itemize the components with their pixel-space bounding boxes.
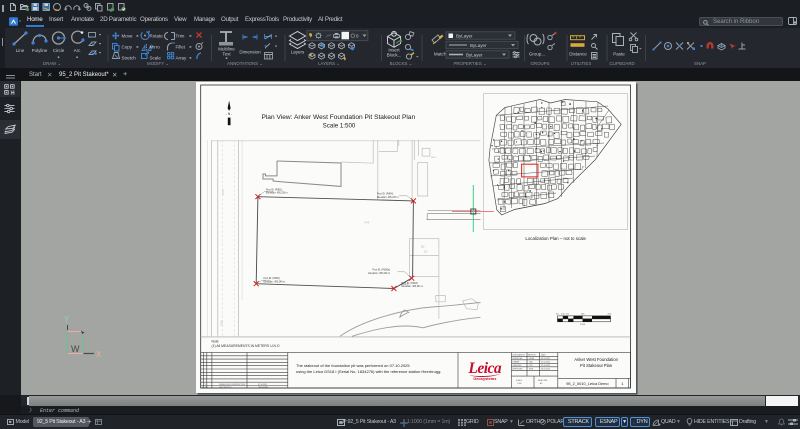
svg-text:Localization Plan – not to sca: Localization Plan – not to scale (525, 236, 586, 241)
svg-text:SNAP: SNAP (694, 61, 706, 66)
svg-text:ISSUED FOR CONSTRUCTION: ISSUED FOR CONSTRUCTION (219, 384, 246, 386)
svg-text:Punt ID: (PtID5a): Punt ID: (PtID5a) (373, 269, 391, 272)
svg-text:1051: 1051 (431, 157, 437, 159)
svg-text:Dimension: Dimension (239, 50, 261, 55)
svg-text:ByLayer: ByLayer (470, 43, 487, 48)
svg-text:Anker West Foundation: Anker West Foundation (574, 357, 618, 362)
svg-text:Y: Y (64, 315, 70, 324)
svg-text:APPROVED: APPROVED (513, 368, 524, 371)
svg-text:Group...: Group... (529, 52, 545, 57)
svg-text:DRAWN: DRAWN (513, 361, 520, 364)
svg-text:Elevation: 405,241 m: Elevation: 405,241 m (402, 285, 424, 288)
svg-text:Plan View: Anker West Foundati: Plan View: Anker West Foundation Pit Sta… (261, 114, 415, 121)
svg-text:Punt ID: (PtID1): Punt ID: (PtID1) (266, 188, 282, 191)
svg-text:Line: Line (16, 48, 25, 53)
svg-text:25m: 25m (608, 314, 612, 316)
svg-text:ByLayer: ByLayer (456, 34, 473, 39)
svg-text:1074: 1074 (221, 189, 225, 195)
svg-text:Geosystems: Geosystems (473, 376, 496, 381)
svg-text:BLOCKS ⌄: BLOCKS ⌄ (390, 61, 413, 66)
svg-text:METHOD: METHOD (528, 355, 536, 357)
svg-text:SCALE: SCALE (516, 379, 523, 382)
svg-text:CLIPBOARD: CLIPBOARD (609, 61, 634, 66)
svg-text:1: 1 (621, 381, 623, 386)
svg-text:Text: Text (222, 52, 231, 57)
svg-text:06.10.2025: 06.10.2025 (541, 358, 550, 360)
svg-text:DATE/NAME: DATE/NAME (258, 386, 269, 389)
svg-text:Match: Match (434, 52, 447, 57)
svg-text:744: 744 (364, 221, 369, 225)
svg-text:DESCRIPTION: DESCRIPTION (219, 387, 232, 389)
svg-text:1:500: 1:500 (517, 383, 522, 385)
svg-text:Mirro: Mirro (150, 45, 161, 50)
svg-text:Move: Move (122, 34, 134, 39)
svg-text:2140: 2140 (220, 320, 224, 326)
svg-text:Circle: Circle (53, 48, 65, 53)
svg-text:Pit Stakeout Plan: Pit Stakeout Plan (580, 363, 613, 368)
svg-text:07.10.2025: 07.10.2025 (258, 384, 267, 386)
svg-text:Paste: Paste (613, 52, 625, 57)
svg-text:Array: Array (176, 56, 188, 61)
svg-text:1:500: 1:500 (580, 324, 586, 326)
svg-text:(1) All MEASUREMENTS IN METERS: (1) All MEASUREMENTS IN METERS U.N.O (212, 344, 280, 348)
svg-text:Elevation: 405,246 m: Elevation: 405,246 m (264, 281, 286, 284)
svg-text:2.5m: 2.5m (561, 314, 566, 316)
svg-text:- N -: - N - (226, 112, 232, 116)
svg-text:Polyline: Polyline (32, 48, 48, 53)
svg-text:PROPERTIES ⌄: PROPERTIES ⌄ (453, 61, 486, 66)
svg-text:Note: Note (212, 339, 219, 343)
svg-text:GNSS: GNSS (529, 358, 535, 360)
svg-text:Stretch: Stretch (122, 56, 137, 61)
svg-text:UTILITIES: UTILITIES (571, 61, 592, 66)
svg-text:ANNOTATIONS ⌄: ANNOTATIONS ⌄ (227, 61, 263, 66)
svg-text:07.10.2025: 07.10.2025 (541, 365, 550, 367)
svg-text:95_2_0010_Leica Demo: 95_2_0010_Leica Demo (566, 381, 608, 386)
svg-text:Leica: Leica (467, 360, 502, 377)
svg-text:Punt ID: (PtID3): Punt ID: (PtID3) (402, 282, 418, 285)
svg-text:5m: 5m (566, 314, 569, 316)
svg-text:MODIFY ⌄: MODIFY ⌄ (147, 61, 169, 66)
svg-text:Distance: Distance (569, 52, 587, 57)
svg-text:LAYERS ⌄: LAYERS ⌄ (318, 61, 340, 66)
svg-text:T: T (264, 45, 267, 51)
svg-text:MGR: MGR (529, 369, 534, 371)
svg-text:Rotate: Rotate (150, 34, 164, 39)
svg-text:A3: A3 (540, 382, 542, 385)
svg-text:Copy: Copy (122, 45, 133, 50)
svg-text:DRAW ⌄: DRAW ⌄ (43, 61, 61, 66)
svg-text:Scale 1:500: Scale 1:500 (323, 122, 356, 129)
svg-text:Punt ID: (PtID2): Punt ID: (PtID2) (264, 277, 280, 280)
svg-text:Punt ID: (PtID4): Punt ID: (PtID4) (377, 193, 393, 196)
svg-text:using the Leica GS18 I (Serial: using the Leica GS18 I (Serial No. 18342… (296, 369, 441, 374)
svg-text:The stakeout of the foundation: The stakeout of the foundation pit was p… (296, 363, 410, 368)
svg-text:SURVEYED: SURVEYED (513, 358, 524, 360)
svg-text:1²: 1² (633, 420, 635, 423)
svg-text:GROUPS: GROUPS (530, 61, 549, 66)
svg-text:10m: 10m (581, 314, 585, 316)
svg-text:1: 1 (205, 384, 206, 386)
svg-text:102: 102 (421, 246, 426, 249)
svg-text:ByLayer: ByLayer (466, 53, 483, 58)
svg-text:Trim: Trim (176, 34, 185, 39)
svg-text:Layers: Layers (291, 50, 305, 55)
svg-text:W: W (71, 344, 80, 354)
svg-text:08.10.2025: 08.10.2025 (541, 369, 550, 371)
svg-text:0m: 0m (556, 314, 559, 316)
svg-text:CHECKED: CHECKED (513, 365, 522, 367)
svg-text:Elevation: 405,237 m: Elevation: 405,237 m (377, 196, 399, 199)
svg-text:07.10.2025: 07.10.2025 (541, 362, 550, 364)
svg-text:107: 107 (424, 251, 429, 254)
svg-text:Arc: Arc (74, 48, 82, 53)
svg-text:PAGE SIZE: PAGE SIZE (538, 379, 548, 382)
svg-text:Fillet: Fillet (176, 45, 186, 50)
svg-text:Elevation: 405,240 m: Elevation: 405,240 m (368, 272, 390, 275)
svg-text:Block...: Block... (387, 53, 402, 58)
svg-text:X: X (96, 350, 102, 359)
svg-text:Scale: Scale (150, 56, 162, 61)
svg-text:Elevation: 405,230 m: Elevation: 405,230 m (266, 192, 288, 195)
svg-text:DATE: DATE (541, 354, 546, 357)
svg-text:DESIGNATION: DESIGNATION (513, 354, 526, 357)
